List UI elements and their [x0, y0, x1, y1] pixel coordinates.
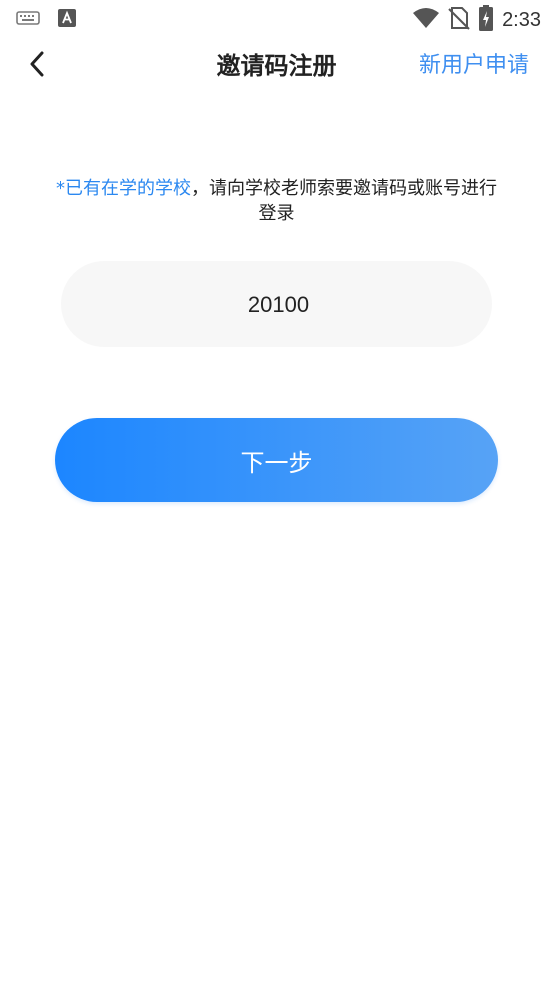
keyboard-icon	[16, 8, 40, 32]
chevron-left-icon	[29, 51, 45, 81]
notice-highlight: *已有在学的学校	[56, 178, 191, 199]
notice-text: *已有在学的学校，请向学校老师索要邀请码或账号进行登录	[50, 176, 503, 226]
wifi-icon	[413, 7, 440, 33]
app-header: 邀请码注册 新用户申请	[0, 38, 553, 94]
status-time: 2:33	[502, 9, 541, 31]
status-bar: 2:33	[0, 0, 553, 38]
status-left-icons	[16, 8, 76, 32]
status-right-icons: 2:33	[413, 5, 541, 35]
a-app-icon	[58, 8, 76, 32]
new-user-apply-link[interactable]: 新用户申请	[419, 38, 529, 94]
invite-code-input[interactable]	[61, 261, 496, 349]
next-step-button[interactable]: 下一步	[55, 418, 498, 502]
back-button[interactable]	[22, 50, 52, 82]
notice-rest: ，请向学校老师索要邀请码或账号进行登录	[191, 178, 497, 224]
battery-charging-icon	[479, 5, 494, 35]
next-step-label: 下一步	[240, 448, 313, 477]
invite-code-field[interactable]	[61, 261, 496, 349]
no-sim-icon	[448, 6, 470, 34]
